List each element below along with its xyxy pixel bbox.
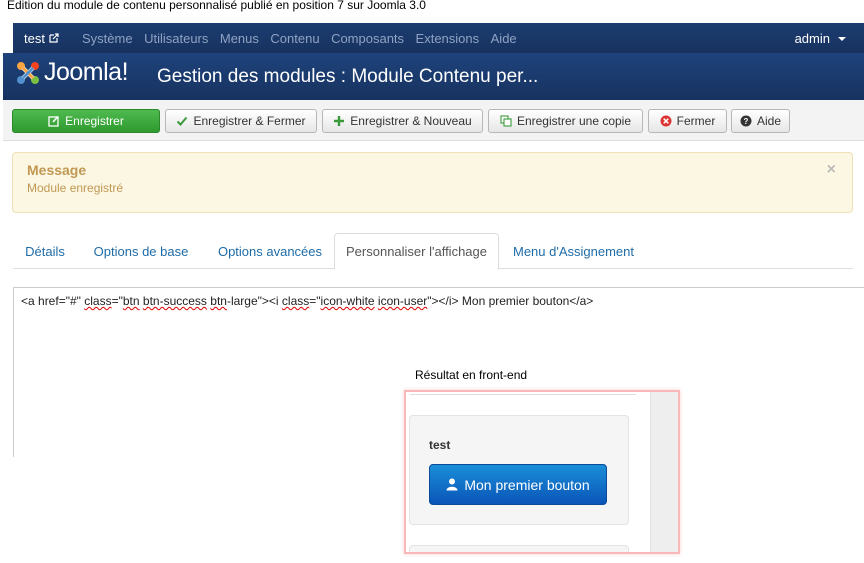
preview-button-label: Mon premier bouton xyxy=(464,476,590,493)
menu-item-extensions[interactable]: Extensions xyxy=(416,31,480,46)
top-navbar: test Système Utilisateurs Menus Contenu … xyxy=(13,23,864,53)
menu-item-composants[interactable]: Composants xyxy=(331,31,404,46)
preview-module: test Mon premier bouton xyxy=(409,415,629,525)
tab-details[interactable]: Détails xyxy=(13,233,77,269)
tab-personnaliser-affichage[interactable]: Personnaliser l'affichage xyxy=(334,233,499,270)
menu-item-systeme[interactable]: Système xyxy=(82,31,133,46)
alert-close-button[interactable]: × xyxy=(827,161,836,179)
help-button[interactable]: ? Aide xyxy=(731,109,790,133)
tab-bar: Détails Options de base Options avancées… xyxy=(13,233,853,270)
code-part: btn xyxy=(122,294,140,308)
site-name: test xyxy=(24,30,45,46)
edit-icon xyxy=(48,115,59,127)
tab-menu-assignement[interactable]: Menu d'Assignement xyxy=(504,233,643,269)
preview-top-edge xyxy=(410,392,636,395)
preview-primary-button[interactable]: Mon premier bouton xyxy=(429,464,607,505)
alert-heading: Message xyxy=(27,162,87,178)
save-copy-button[interactable]: Enregistrer une copie xyxy=(488,109,643,133)
frontend-preview: test Mon premier bouton xyxy=(404,390,680,554)
tab-options-avancees[interactable]: Options avancées xyxy=(205,233,335,269)
toolbar: Enregistrer Enregistrer & Fermer Enregis… xyxy=(3,100,864,141)
page-caption: Edition du module de contenu personnalis… xyxy=(7,0,426,12)
message-alert: Message Module enregistré × xyxy=(12,152,853,213)
page-header: Joomla! Gestion des modules : Module Con… xyxy=(3,53,864,100)
logo-text: Joomla! xyxy=(44,58,129,86)
preview-next-module xyxy=(409,545,629,552)
svg-text:?: ? xyxy=(744,117,749,126)
tab-options-base[interactable]: Options de base xyxy=(82,233,200,269)
preview-module-title: test xyxy=(429,438,451,452)
code-part: -large"><i xyxy=(226,294,282,308)
copy-icon xyxy=(500,115,512,127)
main-menu: Système Utilisateurs Menus Contenu Compo… xyxy=(82,31,528,46)
joomla-mark-icon xyxy=(17,61,39,84)
alert-text: Module enregistré xyxy=(27,181,124,195)
page-title: Gestion des modules : Module Contenu per… xyxy=(157,66,539,87)
result-label: Résultat en front-end xyxy=(415,368,528,382)
code-part: "></i> Mon premier bouton</a> xyxy=(427,294,594,308)
external-link-icon xyxy=(49,33,59,43)
menu-item-aide[interactable]: Aide xyxy=(491,31,517,46)
code-part: <a href="#" xyxy=(21,294,85,308)
code-part: icon-user xyxy=(377,294,428,308)
close-button[interactable]: Fermer xyxy=(648,109,727,133)
preview-sidebar xyxy=(650,392,678,552)
caret-down-icon xyxy=(838,36,846,41)
save-label: Enregistrer xyxy=(65,114,124,128)
menu-item-utilisateurs[interactable]: Utilisateurs xyxy=(144,31,208,46)
question-icon: ? xyxy=(740,115,752,127)
code-part: btn-success xyxy=(142,294,207,308)
cancel-icon xyxy=(660,115,672,127)
save-close-label: Enregistrer & Fermer xyxy=(193,114,306,128)
editor-content: <a href="#" class="btn btn-success btn-l… xyxy=(21,294,593,308)
help-label: Aide xyxy=(756,114,782,128)
menu-item-menus[interactable]: Menus xyxy=(220,31,259,46)
save-copy-label: Enregistrer une copie xyxy=(516,114,632,128)
save-button[interactable]: Enregistrer xyxy=(12,109,160,133)
code-part: btn xyxy=(210,294,227,308)
save-close-button[interactable]: Enregistrer & Fermer xyxy=(165,109,317,133)
user-icon xyxy=(446,478,458,491)
user-name: admin xyxy=(794,31,830,46)
save-new-label: Enregistrer & Nouveau xyxy=(350,114,472,128)
code-part: class xyxy=(84,294,112,308)
check-icon xyxy=(177,116,188,126)
user-menu[interactable]: admin xyxy=(795,31,846,46)
code-part: =" xyxy=(309,294,321,308)
menu-item-contenu[interactable]: Contenu xyxy=(270,31,319,46)
code-part: icon-white xyxy=(320,294,375,308)
plus-icon xyxy=(334,116,345,126)
save-new-button[interactable]: Enregistrer & Nouveau xyxy=(322,109,483,133)
joomla-logo[interactable]: Joomla! xyxy=(15,58,129,87)
site-link[interactable]: test xyxy=(13,31,82,46)
close-label: Fermer xyxy=(676,114,716,128)
code-part: =" xyxy=(111,294,123,308)
code-part: class xyxy=(281,294,310,308)
